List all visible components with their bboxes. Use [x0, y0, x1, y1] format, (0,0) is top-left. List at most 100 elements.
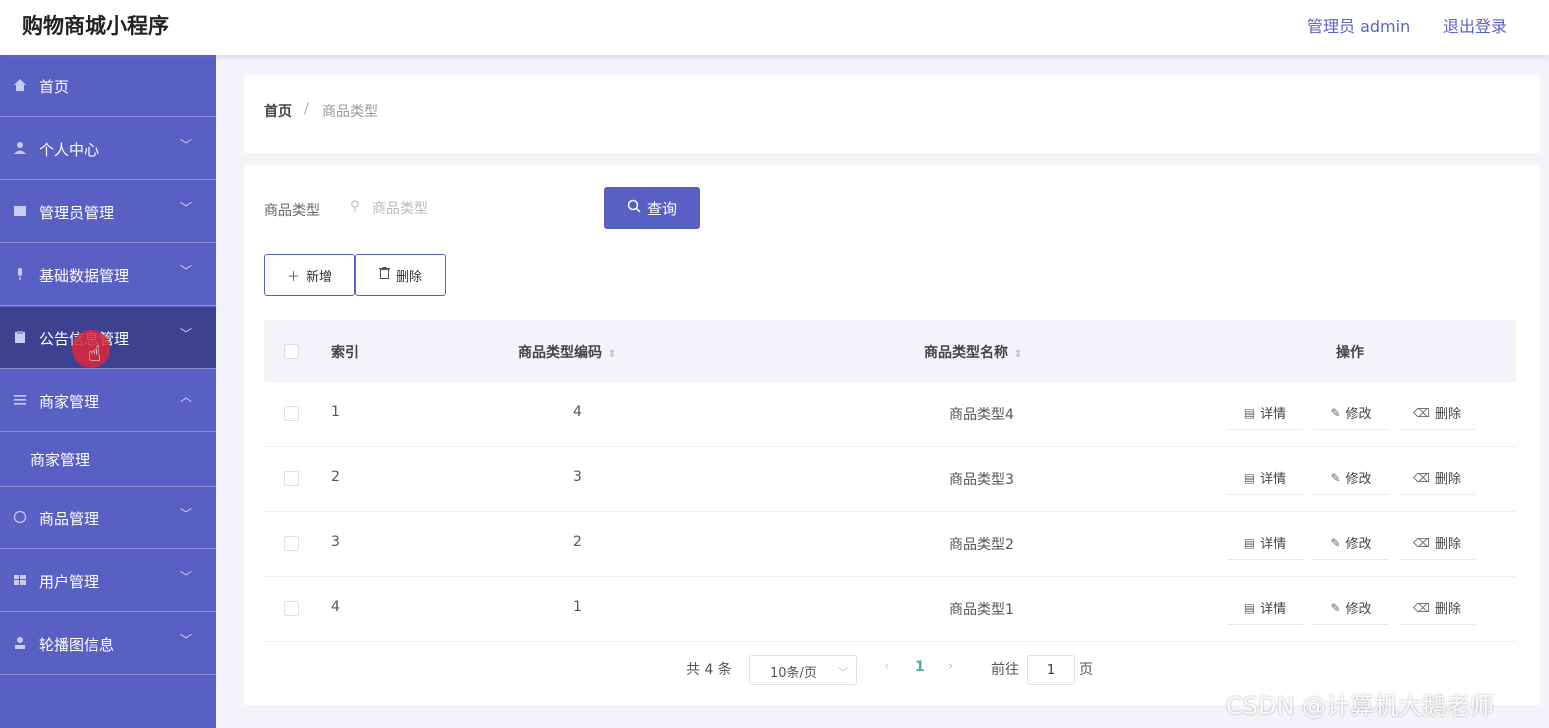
table-row: 1 4 商品类型4 ▤ 详情 ✎ 修改 ⌫ 删除	[264, 382, 1516, 447]
watermark: CSDN @计算机大鹅老师	[1226, 692, 1495, 720]
row-checkbox[interactable]	[284, 406, 299, 421]
page-number-current[interactable]: 1	[915, 659, 925, 675]
row-checkbox[interactable]	[284, 471, 299, 486]
sidebar-item-product-management[interactable]: 商品管理 ﹀	[0, 487, 216, 549]
sidebar-item-label: 首页	[39, 78, 70, 96]
clipboard-icon	[13, 330, 27, 344]
sidebar: 首页 个人中心 ﹀ 管理员管理 ﹀ 基础数据管理 ﹀ 公告信息管理 ﹀ 商家管理…	[0, 55, 216, 728]
sidebar-item-personal-center[interactable]: 个人中心 ﹀	[0, 118, 216, 180]
table-row: 3 2 商品类型2 ▤ 详情 ✎ 修改 ⌫ 删除	[264, 512, 1516, 577]
add-button-label: 新增	[306, 269, 333, 285]
edit-button-label: 修改	[1345, 602, 1372, 617]
edit-button-label: 修改	[1345, 472, 1372, 487]
admin-label: 管理员 admin	[1307, 17, 1411, 36]
sort-icon[interactable]: ⇕	[1014, 349, 1022, 360]
home-icon	[13, 78, 27, 92]
edit-icon: ✎	[1330, 535, 1341, 550]
sidebar-item-label: 商品管理	[39, 510, 100, 528]
sidebar-item-user-management[interactable]: 用户管理 ﹀	[0, 550, 216, 612]
column-header-name[interactable]: 商品类型名称 ⇕	[924, 342, 1022, 362]
chevron-down-icon: ﹀	[180, 138, 193, 152]
goto-label: 前往	[991, 662, 1019, 678]
sidebar-subitem-merchant[interactable]: 商家管理	[0, 431, 216, 487]
sidebar-item-carousel[interactable]: 轮播图信息 ﹀	[0, 613, 216, 675]
hand-cursor-icon: ☝	[88, 342, 102, 367]
breadcrumb-home[interactable]: 首页	[264, 101, 292, 121]
edit-button[interactable]: ✎ 修改	[1313, 396, 1389, 430]
document-icon: ▤	[1243, 405, 1256, 420]
sidebar-item-label: 个人中心	[39, 141, 100, 159]
column-header-code[interactable]: 商品类型编码 ⇕	[518, 342, 616, 362]
cell-index: 1	[331, 404, 340, 420]
delete-button-label: 删除	[1434, 407, 1461, 422]
detail-button-label: 详情	[1260, 602, 1287, 617]
detail-button[interactable]: ▤ 详情	[1227, 591, 1303, 625]
trash-icon: ⌫	[1413, 600, 1430, 615]
user-icon	[13, 141, 27, 155]
sort-icon[interactable]: ⇕	[608, 349, 616, 360]
add-button[interactable]: ＋ 新增	[264, 254, 355, 296]
chevron-up-icon: ︿	[180, 390, 193, 404]
edit-icon: ✎	[1330, 405, 1341, 420]
breadcrumb-current: 商品类型	[322, 104, 378, 120]
sidebar-item-label: 商家管理	[39, 393, 100, 411]
table-row: 4 1 商品类型1 ▤ 详情 ✎ 修改 ⌫ 删除	[264, 577, 1516, 642]
goto-page-input[interactable]	[1027, 655, 1075, 685]
delete-button-label: 删除	[1434, 537, 1461, 552]
edit-button[interactable]: ✎ 修改	[1313, 591, 1389, 625]
cell-index: 4	[331, 599, 340, 615]
delete-button[interactable]: ⌫ 删除	[1399, 591, 1475, 625]
batch-delete-button[interactable]: 删除	[355, 254, 446, 296]
list-icon	[13, 393, 27, 407]
delete-button[interactable]: ⌫ 删除	[1399, 526, 1475, 560]
top-header: 购物商城小程序 管理员 admin 退出登录	[0, 0, 1549, 55]
admin-icon	[13, 204, 27, 218]
sidebar-item-admin-management[interactable]: 管理员管理 ﹀	[0, 181, 216, 243]
chevron-down-icon: ﹀	[180, 507, 193, 521]
query-button-label: 查询	[646, 199, 677, 218]
search-input[interactable]	[344, 193, 584, 225]
sidebar-item-announcement[interactable]: 公告信息管理 ﹀	[0, 307, 216, 369]
cell-name: 商品类型4	[949, 407, 1014, 423]
row-checkbox[interactable]	[284, 601, 299, 616]
app-title: 购物商城小程序	[22, 14, 169, 38]
detail-button[interactable]: ▤ 详情	[1227, 461, 1303, 495]
search-icon	[627, 199, 641, 217]
next-page-button[interactable]: ›	[948, 659, 953, 674]
document-icon: ▤	[1243, 600, 1256, 615]
delete-button[interactable]: ⌫ 删除	[1399, 396, 1475, 430]
cell-name: 商品类型1	[949, 602, 1014, 618]
cell-index: 2	[331, 469, 340, 485]
search-label: 商品类型	[264, 203, 320, 219]
edit-button[interactable]: ✎ 修改	[1313, 526, 1389, 560]
delete-button[interactable]: ⌫ 删除	[1399, 461, 1475, 495]
chevron-down-icon: ﹀	[838, 668, 848, 679]
chevron-down-icon: ﹀	[180, 327, 193, 341]
row-checkbox[interactable]	[284, 536, 299, 551]
sidebar-item-merchant-management[interactable]: 商家管理 ︿	[0, 370, 216, 432]
edit-button[interactable]: ✎ 修改	[1313, 461, 1389, 495]
select-all-checkbox[interactable]	[284, 344, 299, 359]
page-size-select[interactable]: 10条/页 ﹀	[749, 655, 857, 685]
query-button[interactable]: 查询	[604, 187, 700, 229]
data-table: 索引 商品类型编码 ⇕ 商品类型名称 ⇕ 操作 1 4 商品类型4 ▤ 详情 ✎ 修改 …	[264, 320, 1516, 643]
detail-button[interactable]: ▤ 详情	[1227, 396, 1303, 430]
document-icon: ▤	[1243, 470, 1256, 485]
person-icon	[13, 636, 27, 650]
breadcrumb: 首页 / 商品类型	[244, 75, 1540, 153]
column-header-name-label: 商品类型名称	[924, 345, 1008, 361]
detail-button-label: 详情	[1260, 472, 1287, 487]
cell-code: 4	[573, 404, 582, 420]
column-header-ops: 操作	[1336, 345, 1364, 361]
sidebar-item-basic-data[interactable]: 基础数据管理 ﹀	[0, 244, 216, 306]
detail-button-label: 详情	[1260, 537, 1287, 552]
document-icon: ▤	[1243, 535, 1256, 550]
prev-page-button[interactable]: ‹	[884, 659, 889, 674]
page-size-value: 10条/页	[770, 666, 817, 681]
logout-link[interactable]: 退出登录	[1443, 13, 1507, 37]
sidebar-item-home[interactable]: 首页	[0, 55, 216, 117]
sidebar-item-label: 管理员管理	[39, 204, 115, 222]
edit-button-label: 修改	[1345, 537, 1372, 552]
batch-delete-button-label: 删除	[395, 269, 422, 285]
detail-button[interactable]: ▤ 详情	[1227, 526, 1303, 560]
